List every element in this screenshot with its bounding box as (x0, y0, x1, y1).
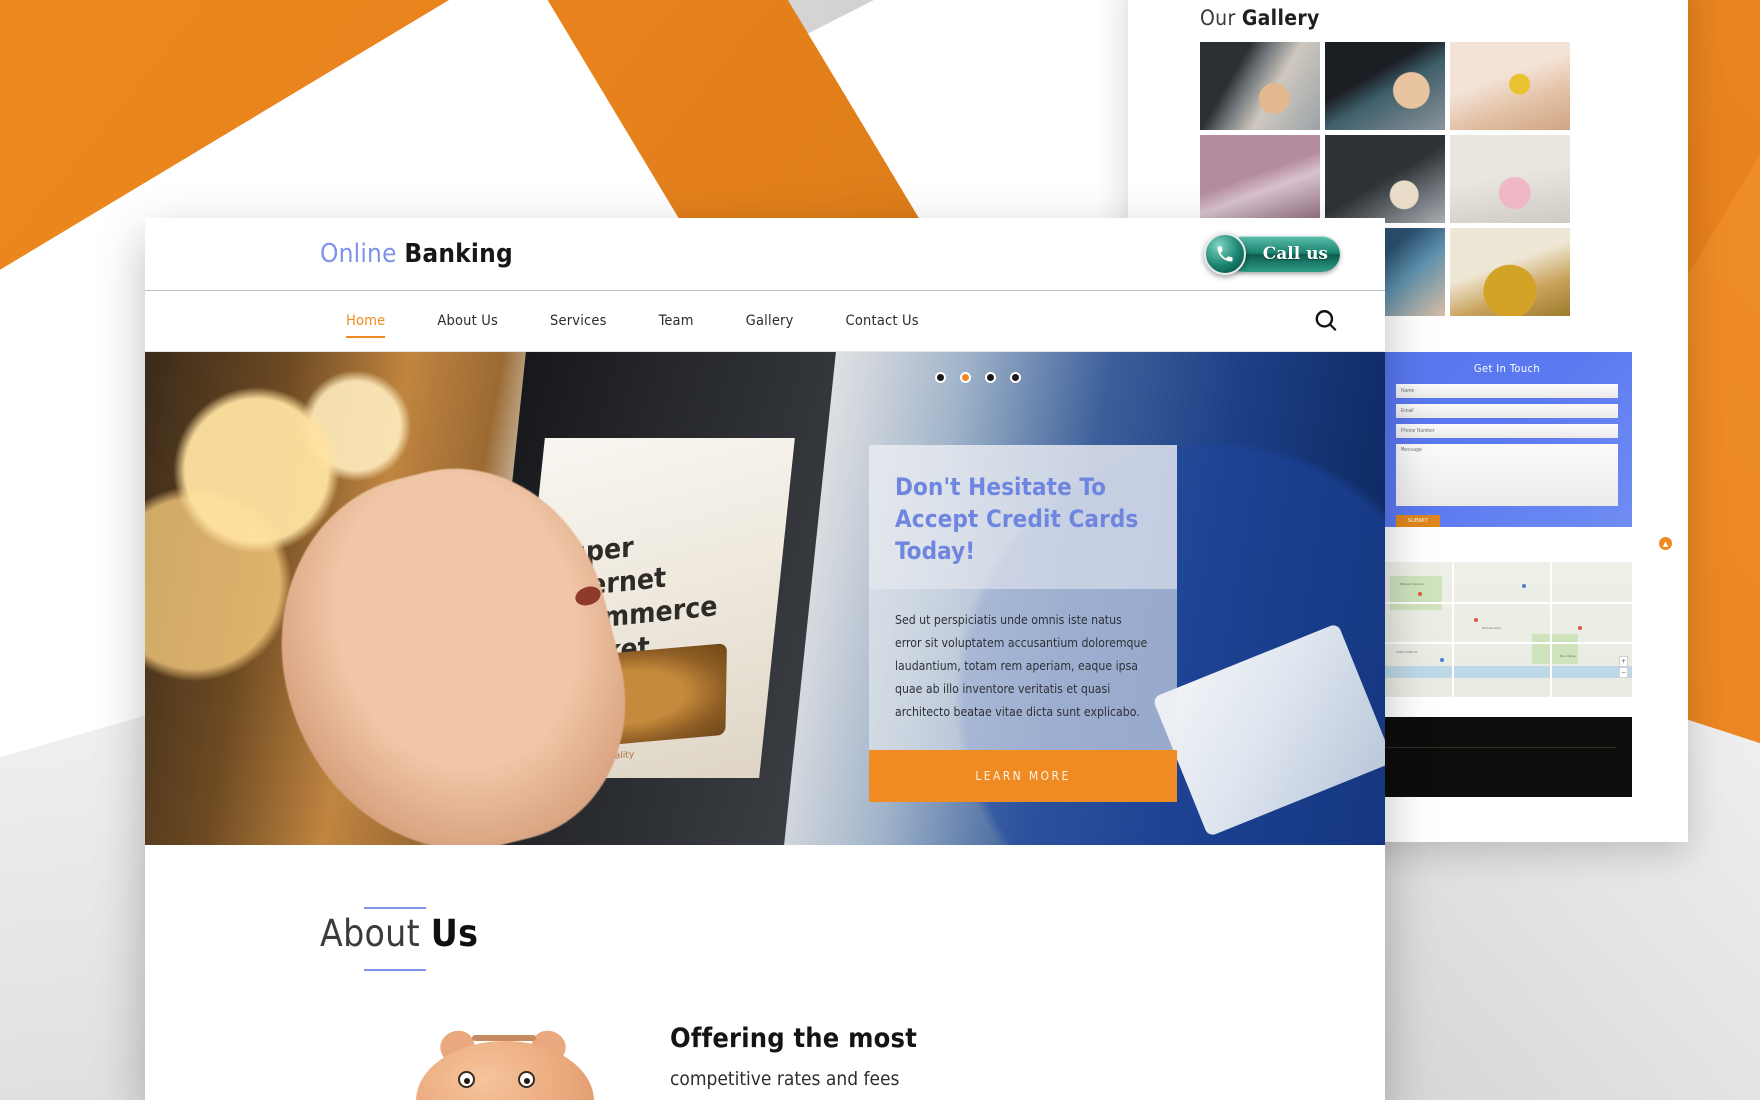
primary-page[interactable]: Online Banking Call us Home About Us Ser… (145, 218, 1385, 1100)
map-road-v1 (1452, 562, 1454, 697)
about-title-light: About (320, 912, 420, 955)
about-section: About Us Offering the most competitive r… (145, 845, 1385, 1100)
piggy-bank-illustration (410, 1023, 610, 1100)
location-map[interactable]: Mission Dolores Dolores Park Castro Dist… (1382, 562, 1632, 697)
map-zoom-in-button[interactable]: + (1619, 656, 1628, 667)
message-field[interactable] (1396, 444, 1618, 506)
slider-dot-4[interactable] (1010, 372, 1021, 383)
nav-item-gallery[interactable]: Gallery (720, 290, 820, 352)
about-title: About Us (320, 909, 478, 959)
map-road-v2 (1550, 562, 1552, 697)
nav-item-services[interactable]: Services (524, 290, 633, 352)
nav-list: Home About Us Services Team Gallery Cont… (320, 290, 945, 352)
map-park-area-2 (1532, 634, 1578, 664)
nav-item-about-us[interactable]: About Us (411, 290, 524, 352)
about-content: Offering the most competitive rates and … (320, 1023, 1385, 1100)
slider-pagination (935, 372, 1021, 383)
about-text-block: Offering the most competitive rates and … (670, 1023, 1385, 1100)
get-in-touch-title: Get In Touch (1473, 362, 1541, 375)
nav-item-home[interactable]: Home (320, 290, 411, 352)
hero-caption-panel: Don't Hesitate To Accept Credit Cards To… (869, 445, 1177, 802)
hero-paragraph: Sed ut perspiciatis unde omnis iste natu… (895, 613, 1148, 719)
map-label: Noe Valley (1560, 654, 1576, 658)
call-us-button[interactable]: Call us (1204, 233, 1340, 275)
gallery-image-coin-into-piggy-bank[interactable] (1450, 135, 1570, 223)
search-icon[interactable] (1312, 307, 1340, 335)
nav-item-team[interactable]: Team (633, 290, 720, 352)
nav-item-contact-us[interactable]: Contact Us (820, 290, 945, 352)
hero-heading-block: Don't Hesitate To Accept Credit Cards To… (869, 445, 1177, 589)
site-logo[interactable]: Online Banking (320, 239, 513, 269)
map-zoom-out-button[interactable]: − (1619, 667, 1628, 678)
scroll-to-top-icon[interactable]: ▲ (1659, 537, 1672, 550)
submit-button[interactable]: SUBMIT (1396, 515, 1440, 527)
slider-dot-3[interactable] (985, 372, 996, 383)
gallery-image-piggy-bank-on-coins[interactable] (1450, 228, 1570, 316)
map-pin[interactable] (1418, 592, 1422, 596)
logo-word-banking: Banking (404, 239, 513, 269)
learn-more-button[interactable]: LEARN MORE (869, 750, 1177, 802)
map-pin[interactable] (1474, 618, 1478, 622)
gallery-image-hand-holding-gold-coin[interactable] (1450, 42, 1570, 130)
map-pin[interactable] (1440, 658, 1444, 662)
map-label: Dolores Park (1482, 626, 1501, 630)
map-water (1382, 666, 1632, 678)
gallery-title-light: Our (1200, 6, 1236, 30)
map-road-h2 (1382, 642, 1632, 644)
name-field[interactable] (1396, 384, 1618, 398)
map-pin[interactable] (1578, 626, 1582, 630)
about-title-bold: Us (430, 912, 479, 955)
map-label: Mission Dolores (1400, 582, 1424, 586)
slider-dot-1[interactable] (935, 372, 946, 383)
screenshot-stage: Our Gallery Get In Touch Name Email Phon… (0, 0, 1760, 1100)
about-subheading: competitive rates and fees (670, 1068, 900, 1090)
piggy-eye-right (518, 1071, 535, 1088)
slider-dot-2[interactable] (960, 372, 971, 383)
map-label: Castro District (1396, 650, 1418, 654)
piggy-coin-slot (472, 1035, 536, 1041)
gallery-title-bold: Gallery (1241, 6, 1320, 30)
gallery-section-header: Our Gallery (1128, 0, 1688, 42)
hero-paragraph-block: Sed ut perspiciatis unde omnis iste natu… (869, 589, 1177, 750)
logo-word-online: Online (320, 239, 397, 269)
site-header: Online Banking Call us (145, 218, 1385, 290)
hero-heading: Don't Hesitate To Accept Credit Cards To… (895, 473, 1139, 565)
about-title-rule-bottom (364, 969, 426, 971)
get-in-touch-panel: Get In Touch SUBMIT (1382, 352, 1632, 527)
gallery-image-handheld-card-reader[interactable] (1325, 42, 1445, 130)
main-navigation: Home About Us Services Team Gallery Cont… (145, 290, 1385, 352)
map-road-h1 (1382, 602, 1632, 604)
piggy-eye-left (458, 1071, 475, 1088)
gallery-image-card-payment-terminal[interactable] (1200, 42, 1320, 130)
map-pin[interactable] (1522, 584, 1526, 588)
email-field[interactable] (1396, 404, 1618, 418)
gallery-image-cash-dispenser-slot[interactable] (1200, 135, 1320, 223)
hero-slider[interactable]: Super Internet eCommerce Market eShop - … (145, 352, 1385, 845)
about-section-header: About Us (320, 907, 478, 971)
phone-field[interactable] (1396, 424, 1618, 438)
gallery-image-atm-cash-withdrawal[interactable] (1325, 135, 1445, 223)
about-heading: Offering the most (670, 1023, 918, 1054)
call-us-label: Call us (1262, 244, 1328, 264)
gallery-title: Our Gallery (1200, 6, 1688, 30)
phone-icon (1204, 233, 1246, 275)
